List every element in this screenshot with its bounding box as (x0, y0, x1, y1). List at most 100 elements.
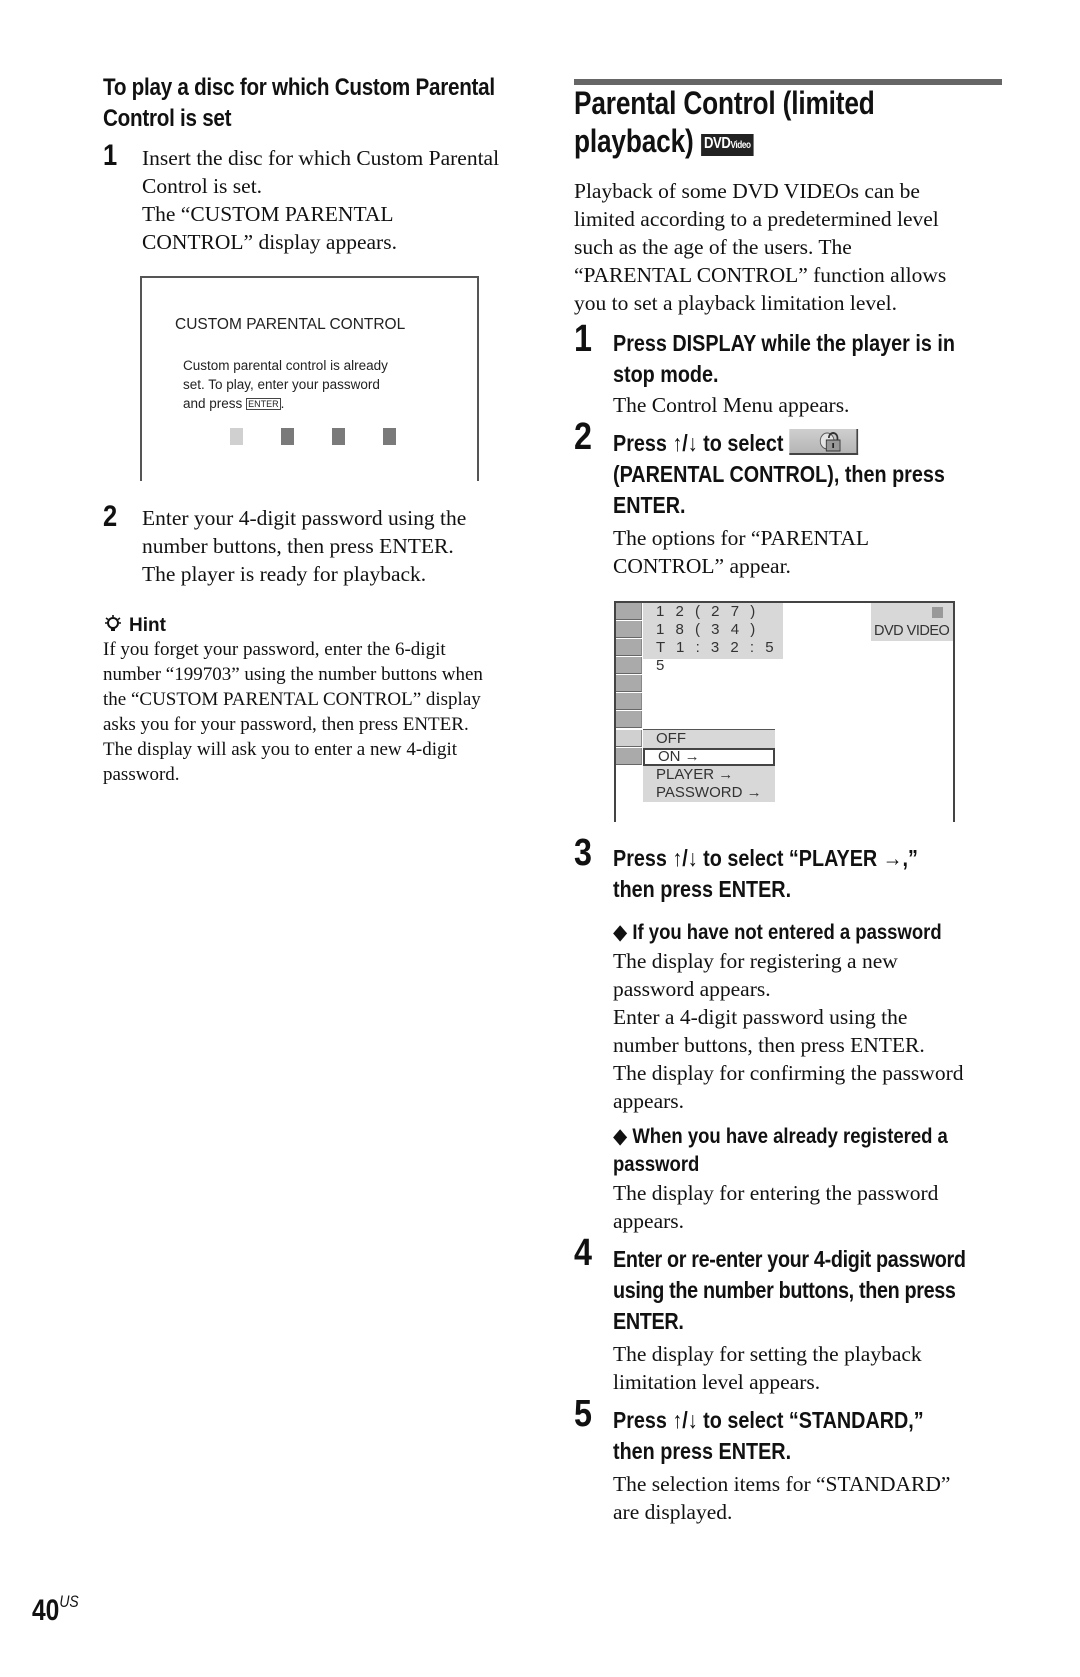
region-code: US (59, 1592, 79, 1611)
menu-tab (616, 693, 642, 710)
lightbulb-icon (103, 613, 125, 635)
screen-message: Custom parental control is already set. … (183, 356, 463, 413)
text-line: Control is set. (142, 174, 263, 198)
heading-line: ENTER. (613, 492, 686, 518)
text-line: The options for “PARENTAL (613, 526, 870, 550)
step-4-heading: Enter or re-enter your 4-digit password … (613, 1244, 1060, 1337)
already-registered-body: The display for entering the password ap… (613, 1179, 1033, 1235)
text-line: The display for confirming the password (613, 1061, 964, 1085)
screen-title: CUSTOM PARENTAL CONTROL (175, 316, 406, 333)
text-line: The display for setting the playback (613, 1342, 922, 1366)
message-line: set. To play, enter your password (183, 377, 380, 392)
option-off[interactable]: OFF (643, 730, 775, 748)
text-line: The “CUSTOM PARENTAL (142, 202, 394, 226)
text-line: asks you for your password, then press E… (103, 714, 469, 735)
title-text: playback) (574, 123, 694, 159)
text-line: Enter your 4-digit password using the (142, 506, 467, 530)
step-number: 1 (574, 318, 592, 360)
text-line: number buttons, then press ENTER. (613, 1033, 925, 1057)
step-4-body: The display for setting the playback lim… (613, 1340, 1033, 1396)
option-on[interactable]: ON → (643, 748, 775, 766)
text-line: Playback of some DVD VIDEOs can be (574, 179, 920, 203)
text-line: “PARENTAL CONTROL” function allows (574, 263, 947, 287)
hint-header: Hint (103, 613, 166, 639)
already-registered-heading: ◆ When you have already registered a pas… (613, 1122, 1009, 1178)
menu-tab-selected (616, 748, 642, 765)
heading-line: (PARENTAL CONTROL), then press (613, 461, 945, 487)
heading-line: password (613, 1152, 700, 1176)
menu-tab (616, 730, 642, 747)
heading-line: ENTER. (613, 1308, 684, 1334)
badge-main: DVD (703, 135, 731, 152)
heading-line: Press ↑/↓ to select “STANDARD,” (613, 1407, 924, 1433)
menu-tab (616, 639, 642, 656)
title-line: playback) DVDVideo (574, 122, 1066, 160)
hint-title: Hint (129, 615, 166, 636)
dvd-video-badge: DVDVideo (700, 134, 754, 156)
intro-paragraph: Playback of some DVD VIDEOs can be limit… (574, 177, 1014, 317)
chapter-info: 1 8 ( 3 4 ) (656, 621, 759, 638)
page-title: Parental Control (limited playback) DVDV… (574, 84, 1066, 160)
step-2-heading: Press ↑/↓ to select (PARENTAL CONTROL), … (613, 428, 1009, 521)
disc-type-indicator: DVD VIDEO (871, 603, 953, 641)
text-line: The Control Menu appears. (613, 393, 850, 417)
message-line: Custom parental control is already (183, 358, 388, 373)
text-line: appears. (613, 1089, 685, 1113)
playback-info: 1 2 ( 2 7 ) 1 8 ( 3 4 ) T 1 : 3 2 : 5 5 (643, 603, 783, 674)
heading-line: then press ENTER. (613, 876, 792, 902)
heading-line: using the number buttons, then press (613, 1277, 956, 1303)
heading-line: Press ↑/↓ to select (613, 428, 1009, 459)
text-line: you to set a playback limitation level. (574, 291, 898, 315)
text-line: The display for registering a new (613, 949, 898, 973)
parental-control-lock-icon (788, 429, 858, 455)
step-number: 2 (574, 416, 592, 458)
heading-text: Press ↑/↓ to select (613, 430, 784, 456)
password-digit-box (332, 428, 345, 445)
text-line: CONTROL” display appears. (142, 230, 397, 254)
not-entered-password-body: The display for registering a new passwo… (613, 947, 1033, 1115)
text-line: The player is ready for playback. (142, 562, 427, 586)
step-3-heading: Press ↑/↓ to select “PLAYER →,” then pre… (613, 843, 1009, 905)
menu-tab (616, 603, 642, 620)
heading-line: then press ENTER. (613, 1438, 792, 1464)
title-info: 1 2 ( 2 7 ) (656, 603, 759, 620)
text-line: The selection items for “STANDARD” (613, 1472, 951, 1496)
menu-tab (616, 711, 642, 728)
step-2-body: The options for “PARENTAL CONTROL” appea… (613, 524, 1013, 580)
text-line: The display will ask you to enter a new … (103, 739, 458, 760)
password-digit-box (230, 428, 243, 445)
step-5-heading: Press ↑/↓ to select “STANDARD,” then pre… (613, 1405, 1009, 1467)
step-number: 5 (574, 1393, 592, 1435)
page-number: 40US (32, 1592, 79, 1628)
text-line: password appears. (613, 977, 771, 1001)
text-line: such as the age of the users. The (574, 235, 852, 259)
punctuation: . (280, 396, 285, 411)
step-number: 1 (103, 139, 118, 172)
title-line: Parental Control (limited (574, 85, 875, 121)
step-5-body: The selection items for “STANDARD” are d… (613, 1470, 1033, 1526)
text-line: appears. (613, 1209, 685, 1233)
step-1-body: The Control Menu appears. (613, 391, 1013, 419)
heading-line: ◆ If you have not entered a password (613, 920, 942, 944)
control-menu-screen: 1 2 ( 2 7 ) 1 8 ( 3 4 ) T 1 : 3 2 : 5 5 … (614, 601, 955, 822)
not-entered-password-heading: ◆ If you have not entered a password (613, 918, 1009, 946)
option-password[interactable]: PASSWORD → (643, 784, 775, 802)
text-line: The display for entering the password (613, 1181, 939, 1205)
page-number-value: 40 (32, 1594, 60, 1627)
disc-type-label: DVD VIDEO (874, 623, 950, 639)
text-line: limited according to a predetermined lev… (574, 207, 939, 231)
heading-line: Press DISPLAY while the player is in (613, 330, 955, 356)
custom-parental-control-screen: CUSTOM PARENTAL CONTROL Custom parental … (140, 276, 479, 481)
time-info: T 1 : 3 2 : 5 5 (656, 639, 778, 674)
text-line: limitation level appears. (613, 1370, 821, 1394)
password-digit-box (383, 428, 396, 445)
step-1-heading: Press DISPLAY while the player is in sto… (613, 328, 1009, 390)
step-2-text: Enter your 4-digit password using the nu… (142, 504, 542, 588)
message-text: and press (183, 396, 243, 411)
heading-line: Enter or re-enter your 4-digit password (613, 1246, 966, 1272)
text-line: number buttons, then press ENTER. (142, 534, 454, 558)
enter-key-icon: ENTER (246, 398, 281, 410)
menu-tab (616, 675, 642, 692)
option-player[interactable]: PLAYER → (643, 766, 775, 784)
text-line: If you forget your password, enter the 6… (103, 639, 446, 660)
